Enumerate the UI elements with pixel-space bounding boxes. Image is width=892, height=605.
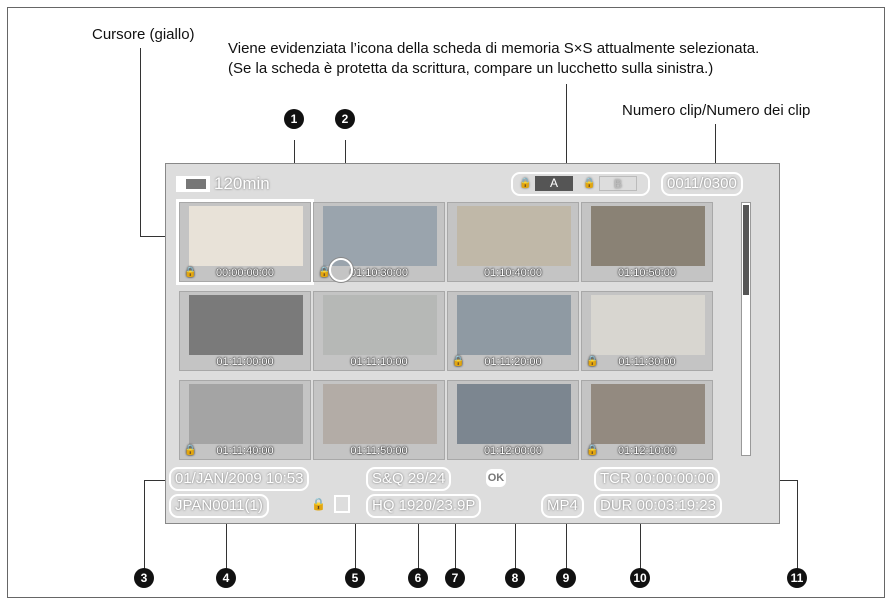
callout-4: 4: [216, 568, 236, 588]
clip-thumbnail-image: [591, 384, 705, 444]
thumbnail-screen: 120min 🔒 A 🔒 B 0011/0300 🔒 00:00:00:00 🔒 01…: [165, 163, 780, 524]
card-annotation-line1: Viene evidenziata l’icona della scheda d…: [228, 40, 760, 57]
thumbnail[interactable]: 01:11:50:00: [313, 380, 445, 460]
clip-thumbnail-image: [591, 206, 705, 266]
thumbnail-timecode: 00:00:00:00: [215, 267, 275, 279]
film-icon: [334, 495, 350, 513]
callout-3: 3: [134, 568, 154, 588]
callout-11: 11: [787, 568, 807, 588]
clip-thumbnail-image: [457, 384, 571, 444]
clip-thumbnail-image: [591, 295, 705, 355]
callout-7: 7: [445, 568, 465, 588]
thumbnail[interactable]: 01:10:40:00: [447, 202, 579, 282]
thumbnail-cursor[interactable]: 🔒 00:00:00:00: [176, 199, 314, 285]
clip-thumbnail-image: [323, 295, 437, 355]
thumbnail[interactable]: 🔒 01:12:10:00: [581, 380, 713, 460]
thumbnail-timecode: 01:11:00:00: [216, 356, 274, 368]
thumbnail-timecode: 01:11:50:00: [350, 445, 408, 457]
thumbnail[interactable]: 🔒 01:11:30:00: [581, 291, 713, 371]
thumbnail-timecode: 01:12:10:00: [617, 445, 677, 457]
cursor-leader-line: [140, 48, 141, 236]
ok-mark: OK: [486, 469, 506, 487]
callout-8: 8: [505, 568, 525, 588]
video-format: HQ 1920/23.9P: [366, 494, 482, 518]
cursor-annotation: Cursore (giallo): [92, 26, 195, 43]
thumbnail[interactable]: 🔒 01:11:20:00: [447, 291, 579, 371]
thumbnail-timecode: 01:11:40:00: [216, 445, 274, 457]
thumbnail[interactable]: 01:11:00:00: [179, 291, 311, 371]
clip-thumbnail-image: [457, 295, 571, 355]
callout-2: 2: [335, 109, 355, 129]
callout-5: 5: [345, 568, 365, 588]
thumbnail-timecode: 01:10:50:00: [617, 267, 677, 279]
duration: DUR 00:03:19:23: [594, 494, 722, 518]
callout-6: 6: [408, 568, 428, 588]
thumbnail-timecode: 01:11:10:00: [350, 356, 408, 368]
thumbnail-timecode: 01:12:00:00: [483, 445, 543, 457]
tcr-timecode: TCR 00:00:00:00: [594, 467, 721, 491]
thumbnail-timecode: 01:10:40:00: [483, 267, 543, 279]
lock-icon: 🔒: [311, 497, 326, 511]
clip-thumbnail-image: [189, 295, 303, 355]
clip-name: JPAN0011(1): [169, 494, 269, 518]
lock-highlight-ring: [329, 258, 353, 282]
scroll-thumb[interactable]: [743, 205, 749, 295]
thumbnail[interactable]: 01:11:10:00: [313, 291, 445, 371]
clip-count-leader-line: [715, 124, 716, 164]
thumbnail[interactable]: 01:12:00:00: [447, 380, 579, 460]
slot-a-button[interactable]: A: [535, 176, 573, 191]
media-slot-indicator: 🔒 A 🔒 B: [511, 172, 650, 196]
clip-thumbnail-image: [189, 206, 303, 266]
clip-thumbnail-image: [323, 384, 437, 444]
clip-thumbnail-image: [189, 384, 303, 444]
card-annotation-line2: (Se la scheda è protetta da scrittura, c…: [228, 60, 714, 77]
callout-10: 10: [630, 568, 650, 588]
thumbnail-timecode: 01:11:20:00: [484, 356, 542, 368]
scrollbar[interactable]: [741, 202, 751, 456]
slow-quick-motion: S&Q 29/24: [366, 467, 452, 491]
date-time: 01/JAN/2009 10:53: [169, 467, 310, 491]
battery-remaining: 120min: [214, 174, 270, 193]
clip-thumbnail-image: [457, 206, 571, 266]
clip-counter: 0011/0300: [661, 172, 743, 196]
lock-icon: 🔒: [519, 178, 532, 189]
lock-icon: 🔒: [583, 178, 596, 189]
callout-9: 9: [556, 568, 576, 588]
card-leader-line: [566, 84, 567, 164]
thumbnail-grid: 🔒 00:00:00:00 🔒 01:10:30:00 01:10:40:00 01:10…: [176, 199, 739, 460]
thumbnail[interactable]: 🔒 01:11:40:00: [179, 380, 311, 460]
clip-thumbnail-image: [323, 206, 437, 266]
clip-count-annotation: Numero clip/Numero dei clip: [622, 102, 811, 119]
battery-icon: [176, 176, 210, 192]
file-type: MP4: [541, 494, 584, 518]
thumbnail-timecode: 01:11:30:00: [618, 356, 676, 368]
callout-1: 1: [284, 109, 304, 129]
slot-b-button[interactable]: B: [599, 176, 637, 191]
thumbnail[interactable]: 01:10:50:00: [581, 202, 713, 282]
